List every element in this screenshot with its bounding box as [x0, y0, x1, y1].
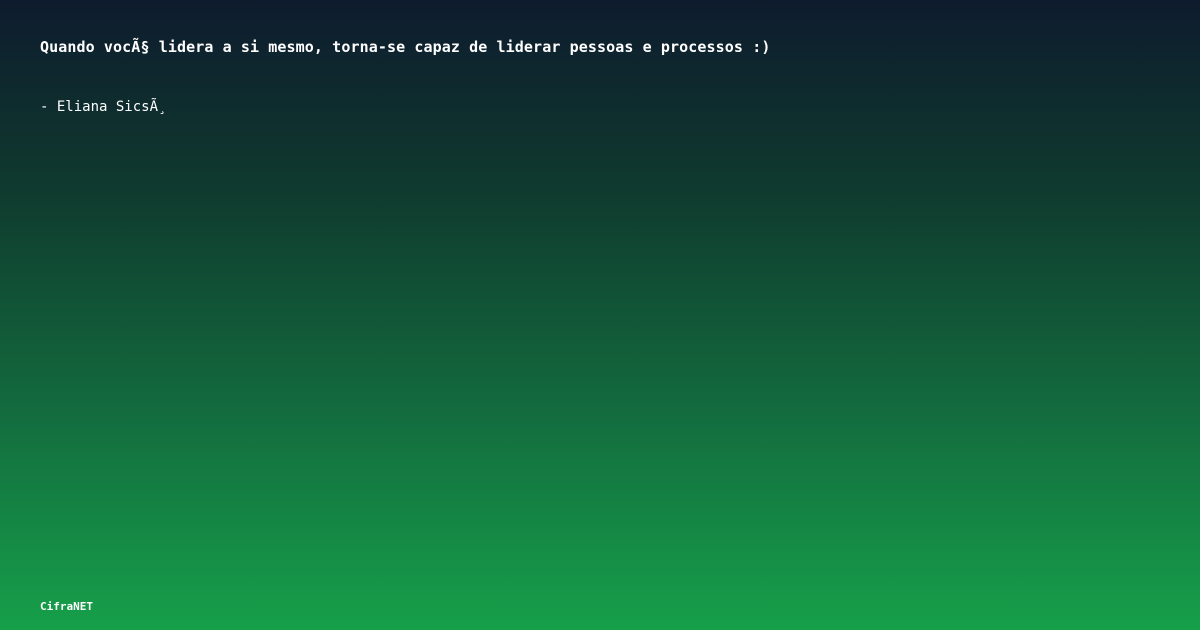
quote-card: Quando vocÃ§ lidera a si mesmo, torna-se… [0, 0, 1200, 630]
quote-text: Quando vocÃ§ lidera a si mesmo, torna-se… [40, 38, 771, 56]
quote-author: - Eliana SicsÃ¸ [40, 99, 167, 115]
brand-label: CifraNET [40, 600, 93, 613]
